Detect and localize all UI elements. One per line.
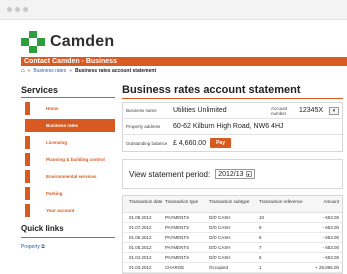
outstanding-balance-label: Outstanding balance [126, 140, 168, 146]
breadcrumb-business-rates[interactable]: Business rates [33, 67, 66, 76]
sidebar-item-home[interactable]: Home [25, 102, 115, 115]
title-divider [122, 98, 343, 99]
chevron-down-icon: ▾ [245, 171, 252, 177]
main-content: Business rates account statement Busines… [122, 84, 343, 274]
business-name-value: Utilities Unlimited [173, 107, 227, 114]
cell-reference: 7 [259, 245, 262, 250]
cell-subtype: D/D CASH [209, 235, 231, 240]
sidebar-title: Services [21, 85, 59, 95]
breadcrumb-separator: » [69, 68, 72, 74]
statement-period-value: 2012/13 [218, 170, 244, 178]
account-number-label: Account number [271, 105, 288, 116]
site-banner: Contact Camden - Business [21, 57, 347, 66]
account-dropdown-icon[interactable]: ▾ [329, 106, 339, 115]
quick-link-property[interactable]: Property ⧉ [21, 244, 115, 250]
cell-reference: 1 [259, 265, 262, 270]
cell-reference: 10 [259, 215, 265, 220]
cell-amount: + 28,865.00 [315, 265, 339, 270]
cell-amount: - 653.00 [322, 245, 339, 250]
property-address-label: Property address [126, 124, 161, 129]
sidebar-item-licensing[interactable]: Licensing [25, 136, 115, 149]
cell-amount: - 653.00 [322, 255, 339, 260]
outstanding-balance-value: £ 4,660.00 [173, 139, 207, 147]
sidebar-item-environmental[interactable]: Environmental services [25, 170, 115, 183]
cell-type: PAYMENTS [165, 215, 190, 220]
cell-type: CHARGE [165, 265, 185, 270]
table-row: 01.06.2012 PAYMENTS D/D CASH 8 - 653.00 [123, 233, 342, 243]
cell-reference: 6 [259, 255, 262, 260]
property-address-value: 60-62 Kilburn High Road, NW6 4HJ [173, 123, 284, 130]
table-row: 01.07.2012 PAYMENTS D/D CASH 9 - 653.00 [123, 223, 342, 233]
sidebar-item-your-account[interactable]: Your account [25, 204, 115, 217]
cell-date: 01.07.2012 [129, 225, 152, 230]
cell-amount: - 653.00 [322, 225, 339, 230]
statement-period-label: View statement period: [129, 169, 211, 179]
cell-subtype: D/D CASH [209, 225, 231, 230]
cell-type: PAYMENTS [165, 255, 190, 260]
table-row: 01.05.2012 PAYMENTS D/D CASH 7 - 653.00 [123, 243, 342, 253]
sidebar-divider [21, 97, 115, 98]
quick-link-label: Property [21, 244, 40, 250]
sidebar-item-planning[interactable]: Planning & building control [25, 153, 115, 166]
cell-date: 01.04.2012 [129, 255, 152, 260]
statement-period-select[interactable]: 2012/13 ▾ [215, 169, 255, 179]
statement-period-panel: View statement period: 2012/13 ▾ [122, 159, 343, 189]
cell-reference: 8 [259, 235, 262, 240]
cell-type: PAYMENTS [165, 225, 190, 230]
window-close-button[interactable] [7, 7, 12, 12]
pay-button[interactable]: Pay [210, 138, 231, 148]
column-header-amount: Amount [323, 199, 339, 204]
home-icon[interactable]: ⌂ [21, 67, 25, 76]
cell-date: 01.06.2012 [129, 235, 152, 240]
quick-links-divider [21, 237, 115, 238]
window-minimize-button[interactable] [15, 7, 20, 12]
column-header-subtype: Transaction subtype [209, 199, 250, 204]
breadcrumb-current: Business rates account statement [74, 68, 157, 74]
sidebar-item-parking[interactable]: Parking [25, 187, 115, 200]
property-address-row: Property address 60-62 Kilburn High Road… [123, 119, 342, 135]
business-name-label: Business name [126, 108, 157, 113]
sidebar-item-business-rates[interactable]: Business rates [25, 119, 115, 132]
account-number-value: 12345X [299, 107, 324, 114]
table-row: 01.08.2012 PAYMENTS D/D CASH 10 - 653.00 [123, 213, 342, 223]
outstanding-balance-row: Outstanding balance £ 4,660.00 Pay [123, 135, 342, 151]
window-titlebar [0, 0, 347, 20]
column-header-type: Transaction type [165, 199, 199, 204]
quick-links: Quick links Property ⧉ [21, 224, 115, 250]
sidebar-menu: Home Business rates Licensing Planning &… [21, 102, 115, 217]
table-row: 01.03.2012 CHARGE Occupied 1 + 28,865.00 [123, 263, 342, 273]
cell-subtype: D/D CASH [209, 215, 231, 220]
browser-window: Camden Contact Camden - Business ⌂ » Bus… [0, 0, 347, 274]
table-header: Transaction date Transaction type Transa… [123, 196, 342, 213]
breadcrumb-separator: » [27, 68, 31, 74]
cell-amount: - 653.00 [322, 215, 339, 220]
cell-date: 01.08.2012 [129, 215, 152, 220]
cell-subtype: D/D CASH [209, 245, 231, 250]
cell-date: 01.05.2012 [129, 245, 152, 250]
transactions-table: Transaction date Transaction type Transa… [122, 195, 343, 274]
cell-subtype: Occupied [209, 265, 229, 270]
cell-type: PAYMENTS [165, 235, 190, 240]
business-name-row: Business name Utilities Unlimited Accoun… [123, 103, 342, 119]
quick-links-title: Quick links [21, 224, 64, 233]
cell-amount: - 653.00 [322, 235, 339, 240]
camden-logo-icon [21, 31, 45, 53]
column-header-reference: Transaction reference [259, 199, 303, 204]
cell-subtype: D/D CASH [209, 255, 231, 260]
sidebar: Services Home Business rates Licensing P… [21, 85, 115, 221]
external-link-icon: ⧉ [41, 244, 45, 250]
camden-logo[interactable]: Camden [21, 31, 114, 53]
logo-text: Camden [50, 33, 115, 50]
cell-date: 01.03.2012 [129, 265, 152, 270]
breadcrumb: ⌂ » Business rates » Business rates acco… [21, 67, 156, 76]
cell-reference: 9 [259, 225, 262, 230]
column-header-date: Transaction date [129, 199, 163, 204]
page-title: Business rates account statement [122, 84, 301, 96]
cell-type: PAYMENTS [165, 245, 190, 250]
account-info-panel: Business name Utilities Unlimited Accoun… [122, 102, 343, 152]
window-maximize-button[interactable] [23, 7, 28, 12]
